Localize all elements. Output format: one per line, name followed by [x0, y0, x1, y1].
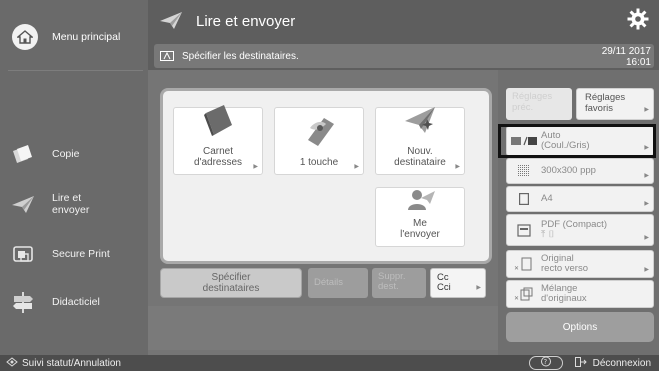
dest-button-label: Nouv. destinataire: [394, 146, 446, 168]
instruction-bar: Spécifier les destinataires.: [154, 44, 654, 68]
paper-plane-icon: [8, 189, 38, 219]
resolution-button[interactable]: 300x300 ppp ▶: [506, 158, 654, 184]
file-format-label: PDF (Compact) ⤒ ▯: [541, 218, 607, 240]
date-text: 29/11 2017: [601, 46, 651, 57]
arrow-icon: ▶: [644, 173, 649, 179]
home-button[interactable]: Menu principal: [8, 20, 143, 54]
gear-icon[interactable]: [627, 8, 649, 30]
home-icon: [12, 24, 38, 50]
sidebar-item-scan-send[interactable]: Lire et envoyer: [8, 186, 143, 222]
one-touch-icon: [300, 114, 338, 151]
sidebar-item-copy[interactable]: Copie: [8, 136, 143, 172]
send-to-myself-button[interactable]: Me l'envoyer: [375, 187, 465, 247]
paper-size-label: A4: [541, 192, 553, 204]
new-destination-icon: [401, 103, 439, 140]
delete-destination-button[interactable]: Suppr. dest.: [372, 268, 426, 298]
status-bar: Suivi statut/Annulation ? Déconnexion: [0, 355, 659, 371]
help-button[interactable]: ?: [529, 356, 563, 370]
mixed-originals-label: Mélange d'originaux: [541, 282, 587, 304]
dest-button-label: 1 touche: [299, 157, 339, 168]
arrow-icon: ▶: [644, 267, 649, 273]
signpost-icon: [8, 287, 38, 317]
instruction-text: Spécifier les destinataires.: [182, 50, 299, 62]
new-destination-button[interactable]: Nouv. destinataire ▶: [375, 107, 465, 175]
info-icon: [160, 51, 174, 61]
arrow-icon: ▶: [644, 235, 649, 241]
header: Lire et envoyer Spécifier les destinatai…: [148, 0, 659, 70]
status-monitor-button[interactable]: Suivi statut/Annulation: [6, 357, 121, 370]
address-book-button[interactable]: Carnet d'adresses ▶: [173, 105, 263, 175]
svg-text:✕: ✕: [514, 265, 519, 271]
previous-settings-button[interactable]: Réglages préc.: [506, 88, 572, 120]
sidebar-item-label: Copie: [52, 148, 80, 160]
page-title: Lire et envoyer: [158, 8, 295, 34]
sidebar-item-tutorial[interactable]: Didacticiel: [8, 284, 143, 320]
left-sidebar: Menu principal Copie Lire et envoyer Secu…: [0, 0, 148, 355]
arrow-icon: ▶: [253, 164, 258, 170]
file-format-icon: [507, 223, 541, 237]
file-format-button[interactable]: PDF (Compact) ⤒ ▯ ▶: [506, 214, 654, 246]
address-book-icon: [200, 103, 236, 140]
arrow-icon: ▶: [644, 201, 649, 207]
highlight-frame: [498, 124, 656, 158]
logout-button[interactable]: Déconnexion: [574, 357, 651, 370]
home-label: Menu principal: [52, 31, 121, 43]
sidebar-item-secure-print[interactable]: Secure Print: [8, 236, 143, 272]
format-subicons: ⤒ ▯: [541, 229, 556, 240]
logout-icon: [574, 357, 587, 370]
options-button[interactable]: Options: [506, 312, 654, 342]
dest-button-label: Carnet d'adresses: [193, 146, 243, 168]
sidebar-item-label: Didacticiel: [52, 296, 100, 308]
secure-print-icon: [8, 239, 38, 269]
svg-text:?: ?: [544, 358, 548, 366]
sidebar-item-label: Secure Print: [52, 248, 110, 260]
one-touch-button[interactable]: 1 touche ▶: [274, 107, 364, 175]
send-to-myself-icon: [403, 186, 437, 215]
page-title-text: Lire et envoyer: [196, 12, 296, 30]
copy-icon: [8, 139, 38, 169]
arrow-icon: ▶: [644, 106, 649, 113]
duplex-icon: ✕: [507, 257, 541, 271]
arrow-icon: ▶: [455, 164, 460, 170]
scroll-area: [148, 306, 498, 350]
sidebar-item-label: Lire et envoyer: [52, 192, 90, 216]
resolution-label: 300x300 ppp: [541, 164, 596, 176]
arrow-icon: ▶: [476, 285, 481, 291]
svg-text:✕: ✕: [514, 295, 519, 301]
status-icon: [6, 357, 18, 370]
sidebar-divider: [8, 70, 143, 71]
paper-plane-icon: [158, 10, 184, 33]
logout-label: Déconnexion: [592, 358, 651, 369]
specify-destinations-button[interactable]: Spécifier destinataires: [160, 268, 302, 298]
paper-size-button[interactable]: A4 ▶: [506, 186, 654, 212]
time-text: 16:01: [625, 57, 651, 68]
duplex-original-label: Original recto verso: [541, 252, 588, 274]
cc-bcc-button[interactable]: Cc Cci ▶: [430, 268, 486, 298]
page-icon: [507, 193, 541, 205]
destination-panel: Carnet d'adresses ▶ 1 touche ▶ Nouv. desti…: [160, 88, 492, 264]
mixed-originals-button[interactable]: ✕ Mélange d'originaux: [506, 280, 654, 308]
duplex-original-button[interactable]: ✕ Original recto verso ▶: [506, 250, 654, 278]
favorite-settings-button[interactable]: Réglages favoris ▶: [576, 88, 654, 120]
main-area: Carnet d'adresses ▶ 1 touche ▶ Nouv. desti…: [148, 70, 498, 355]
details-button[interactable]: Détails: [308, 268, 368, 298]
mixed-originals-icon: ✕: [507, 287, 541, 301]
help-icon: ?: [539, 356, 553, 370]
status-monitor-label: Suivi statut/Annulation: [22, 358, 121, 369]
resolution-icon: [507, 165, 541, 177]
settings-panel: Réglages préc. Réglages favoris ▶ Auto (Cou…: [498, 70, 659, 355]
dest-button-label: Me l'envoyer: [400, 218, 440, 240]
arrow-icon: ▶: [354, 164, 359, 170]
clock: 29/11 2017 16:01: [602, 46, 651, 68]
